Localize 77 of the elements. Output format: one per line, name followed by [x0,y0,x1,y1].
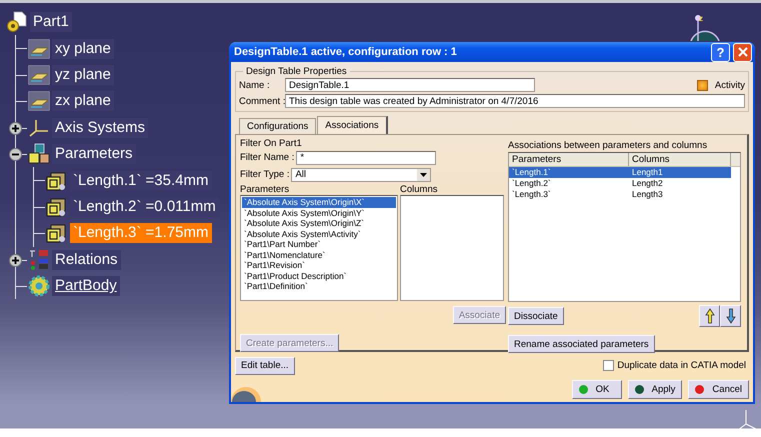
tab[interactable]: Configurations [239,118,316,134]
dialog-button[interactable]: Apply [628,380,682,399]
dialog-button[interactable]: OK [572,380,622,399]
table-cell-text: `Length.1` [511,167,552,178]
list-item[interactable]: `Absolute Axis System\Activity` [242,228,396,239]
table-row[interactable]: `Length.1` Length1 [509,167,731,178]
document-gear-icon [6,11,28,34]
move-up-button[interactable] [699,305,720,327]
up-arrow-icon [704,308,714,324]
field-label: Name : [239,80,271,90]
rename-button[interactable]: Rename associated parameters [508,335,655,353]
checkbox[interactable] [696,80,708,90]
collapse-icon[interactable] [9,148,22,161]
axis-label: z [699,14,703,23]
section-title: Filter On Part1 [240,138,303,149]
tree-item[interactable]: Relations [52,250,121,270]
axis-icon [28,118,50,138]
gear-icon [28,275,50,298]
table-cell-text: Length1 [631,167,664,178]
help-button[interactable]: ? [711,42,730,62]
comment-field[interactable]: This design table was created by Administrator on 4/7/2016 [285,94,745,108]
dissociate-button[interactable]: Dissociate [508,307,564,325]
table-row[interactable]: `Length.2` Length2 [509,178,731,189]
plane-icon [28,64,50,85]
tree-item[interactable]: Parameters [52,144,136,164]
list-item[interactable]: `Part1\Part Number` [242,239,396,250]
group-title: Design Table Properties [245,66,348,77]
parameters-icon [28,143,50,166]
tree-item[interactable]: zx plane [52,91,114,112]
parameter-icon [46,222,68,244]
column-header[interactable]: Columns [629,153,731,166]
list-item[interactable]: `Absolute Axis System\Origin\Z` [242,218,396,228]
relations-icon [28,248,50,271]
name-field[interactable]: DesignTable.1 [285,78,535,92]
section-title: Associations between parameters and columns [508,140,708,151]
dialog-button[interactable]: Cancel [688,380,749,399]
tree-item[interactable]: `Length.1` =35.4mm [70,170,212,191]
move-down-button[interactable] [720,305,741,327]
list-label: Parameters [240,184,290,195]
dropdown-arrow-icon [420,172,428,176]
tree-item[interactable]: xy plane [52,38,114,59]
close-icon [738,47,748,57]
filter-name-field[interactable]: * [296,150,436,164]
expand-icon[interactable] [9,254,22,267]
expand-icon[interactable] [9,122,22,135]
plane-icon [28,91,50,112]
window-title: DesignTable.1 active, configuration row : 1 [234,46,458,58]
table-cell-text: Length3 [631,189,664,200]
tree-item[interactable]: PartBody [52,276,120,296]
list-item[interactable]: `Part1\Product Description` [242,270,396,281]
list-item[interactable]: `Absolute Axis System\Origin\X` [242,197,396,208]
tree-item[interactable]: yz plane [52,64,114,85]
table-cell-text: Length2 [631,178,664,189]
table-cell-text: `Length.3` [511,189,552,200]
plane-icon [28,38,50,59]
tab[interactable]: Associations [317,116,388,134]
list-label: Columns [400,184,438,195]
edit-table-button[interactable]: Edit table... [235,356,295,374]
checkbox-label: Duplicate data in CATIA model [617,360,746,371]
checkbox[interactable] [603,360,614,371]
parameter-icon [46,170,68,192]
tree-item[interactable]: Axis Systems [52,118,148,138]
list-item[interactable]: `Part1\Definition` [242,281,396,292]
down-arrow-icon [726,308,736,324]
list-item[interactable]: `Part1\Nomenclature` [242,250,396,260]
table-cell-text: `Length.2` [511,178,552,189]
parameter-icon [46,196,68,218]
list-item[interactable]: `Absolute Axis System\Origin\Y` [242,208,396,218]
field-label: Filter Type : [240,169,290,180]
field-label: Filter Name : [240,152,294,163]
checkbox-label: Activity [714,80,745,90]
tree-item[interactable]: Part1 [30,12,72,32]
column-header[interactable]: Parameters [509,153,629,166]
filter-type-dropdown[interactable]: All [291,168,432,182]
list-item[interactable]: `Part1\Revision` [242,260,396,270]
table-row[interactable]: `Length.3` Length3 [509,189,731,200]
close-button[interactable] [733,42,752,62]
